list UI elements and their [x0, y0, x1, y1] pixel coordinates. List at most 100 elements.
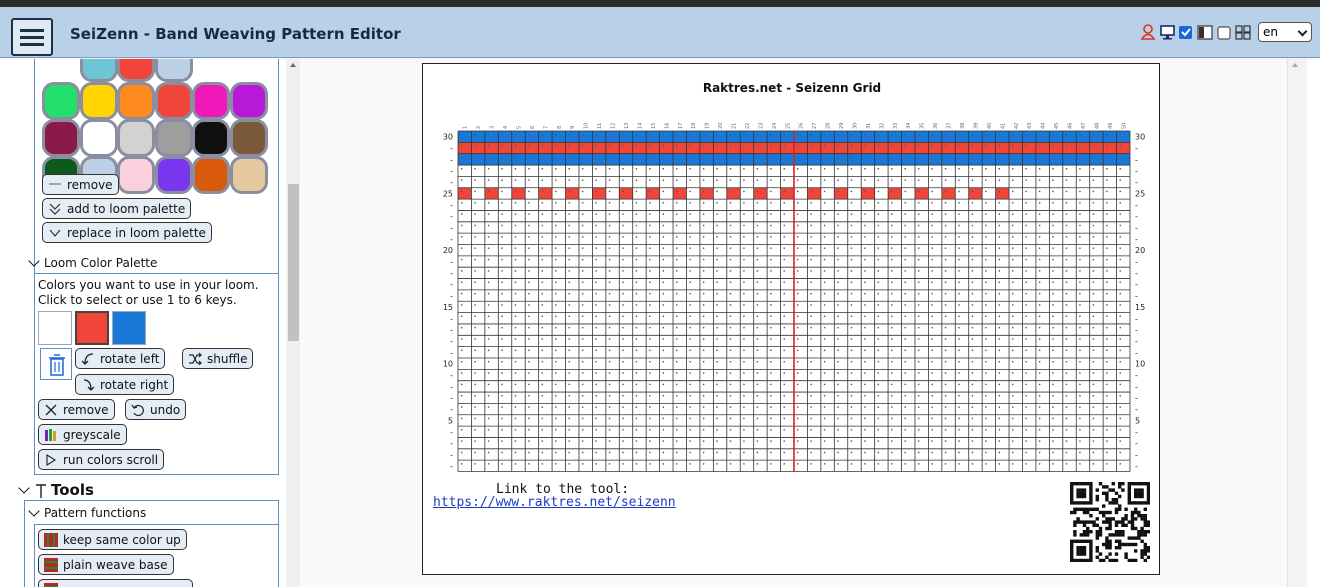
- loom-color-swatch[interactable]: [38, 311, 72, 345]
- pattern-functions-header[interactable]: Pattern functions: [28, 505, 146, 520]
- grid-cell-dot: [608, 315, 611, 317]
- palette-color-swatch[interactable]: [229, 82, 268, 120]
- grid-cell-dot: [931, 292, 933, 295]
- pattern-function-button[interactable]: [38, 579, 193, 587]
- remove-color-button[interactable]: remove: [42, 174, 119, 195]
- tools-section-header[interactable]: Tools: [18, 481, 94, 499]
- replace-in-loom-palette-button[interactable]: replace in loom palette: [42, 222, 212, 243]
- grid-cell-dot: [635, 258, 638, 261]
- scroll-up-icon[interactable]: [290, 63, 296, 67]
- qr-module: [1118, 546, 1122, 550]
- grid-cell-dot: [1038, 383, 1041, 386]
- palette-color-swatch[interactable]: [79, 82, 118, 120]
- palette-color-swatch[interactable]: [79, 119, 118, 157]
- qr-module: [1130, 558, 1135, 562]
- grid-cell-dot: [770, 156, 772, 159]
- grid-cell-dot: [1119, 258, 1121, 261]
- palette-color-swatch[interactable]: [192, 119, 230, 157]
- grid-cell-dot: [797, 395, 799, 397]
- grid-cell-dot: [917, 440, 920, 442]
- palette-color-swatch[interactable]: [79, 59, 118, 82]
- grid-cell-dot: [595, 281, 597, 283]
- grid-cell-dot: [770, 361, 772, 363]
- grid-cell-dot: [1025, 179, 1027, 181]
- palette-color-swatch[interactable]: [154, 59, 193, 82]
- grid-cell-dot: [1106, 270, 1108, 272]
- palette-color-swatch[interactable]: [117, 59, 155, 82]
- grid-cell-colored: [592, 187, 606, 200]
- grid-layout-icon[interactable]: [1235, 24, 1252, 40]
- palette-color-swatch[interactable]: [117, 156, 155, 194]
- keep-same-color-up-button[interactable]: keep same color up: [38, 529, 187, 550]
- palette-color-swatch[interactable]: [42, 119, 80, 157]
- panel-layout-icon[interactable]: [1197, 24, 1214, 40]
- language-select[interactable]: en: [1258, 22, 1312, 42]
- add-to-loom-palette-button[interactable]: add to loom palette: [42, 198, 192, 219]
- tool-link[interactable]: https://www.raktres.net/seizenn: [433, 495, 676, 510]
- palette-color-swatch[interactable]: [154, 119, 193, 157]
- shuffle-button[interactable]: shuffle: [182, 348, 254, 369]
- qr-module: [1089, 552, 1093, 556]
- hamburger-menu-button[interactable]: [11, 18, 53, 56]
- grid-cell-dot: [917, 258, 920, 261]
- grid-cell-dot: [581, 168, 584, 170]
- grid-cell-dot: [810, 258, 812, 261]
- grid-cell-dot: [931, 247, 933, 249]
- qr-module: [1095, 523, 1099, 527]
- palette-color-swatch[interactable]: [117, 82, 155, 120]
- pattern-grid[interactable]: 1122334455667788991010111112121313141415…: [423, 64, 1161, 474]
- grid-cell-colored: [552, 142, 566, 154]
- undo-button[interactable]: undo: [125, 399, 187, 420]
- qr-module: [1070, 555, 1074, 559]
- palette-color-swatch[interactable]: [154, 82, 193, 120]
- grid-cell-colored: [1022, 142, 1036, 154]
- rotate-right-button[interactable]: rotate right: [75, 374, 175, 395]
- grid-cell-dot: [756, 145, 759, 147]
- rotate-left-button[interactable]: rotate left: [75, 348, 166, 369]
- monitor-icon[interactable]: [1159, 24, 1176, 40]
- sidebar-scrollbar-thumb[interactable]: [288, 184, 299, 341]
- grid-cell-dot: [474, 463, 476, 465]
- palette-color-swatch[interactable]: [117, 119, 155, 157]
- user-icon[interactable]: [1140, 24, 1157, 40]
- checkbox-unchecked-icon[interactable]: [1216, 24, 1233, 40]
- palette-color-swatch[interactable]: [42, 82, 80, 120]
- main-scrollbar[interactable]: [1287, 59, 1307, 587]
- palette-color-swatch[interactable]: [229, 119, 268, 157]
- grid-cell-dot: [931, 156, 933, 159]
- loom-palette-section-header[interactable]: Loom Color Palette: [28, 255, 157, 270]
- palette-color-swatch[interactable]: [229, 156, 268, 194]
- scroll-up-icon[interactable]: [1292, 63, 1298, 67]
- grid-cell-dot: [1065, 247, 1068, 249]
- qr-module: [1105, 539, 1109, 543]
- qr-module: [1140, 555, 1144, 559]
- remove-loom-color-button[interactable]: remove: [38, 399, 115, 420]
- plain-weave-base-button[interactable]: plain weave base: [38, 554, 174, 575]
- grid-cell-colored: [713, 153, 727, 166]
- qr-module: [1140, 552, 1144, 556]
- grid-cell-dot: [756, 372, 759, 374]
- palette-color-swatch[interactable]: [154, 156, 193, 194]
- run-colors-scroll-button[interactable]: run colors scroll: [38, 449, 165, 470]
- checkbox-checked-icon[interactable]: [1178, 24, 1195, 40]
- grid-cell-dot: [461, 395, 463, 397]
- loom-color-swatch[interactable]: [112, 311, 146, 345]
- grid-cell-dot: [608, 361, 611, 363]
- grid-cell-dot: [635, 440, 638, 442]
- grid-cell-colored: [646, 187, 660, 200]
- grid-cell-dot: [756, 247, 759, 249]
- delete-color-button[interactable]: [40, 348, 72, 380]
- grid-cell-dot: [958, 383, 960, 386]
- grid-cell-dot: [1012, 326, 1014, 329]
- greyscale-button[interactable]: greyscale: [38, 424, 127, 445]
- grid-cell-dot: [1052, 326, 1054, 329]
- row-number-label-right: -: [1135, 326, 1138, 335]
- qr-module: [1073, 507, 1077, 511]
- palette-color-swatch[interactable]: [192, 156, 230, 194]
- palette-color-swatch[interactable]: [192, 82, 230, 120]
- grid-cell-dot: [797, 383, 799, 386]
- loom-color-swatch[interactable]: [75, 311, 109, 345]
- grid-cell-dot: [891, 315, 893, 317]
- grid-cell-dot: [904, 258, 906, 261]
- grid-cell-dot: [1079, 429, 1081, 431]
